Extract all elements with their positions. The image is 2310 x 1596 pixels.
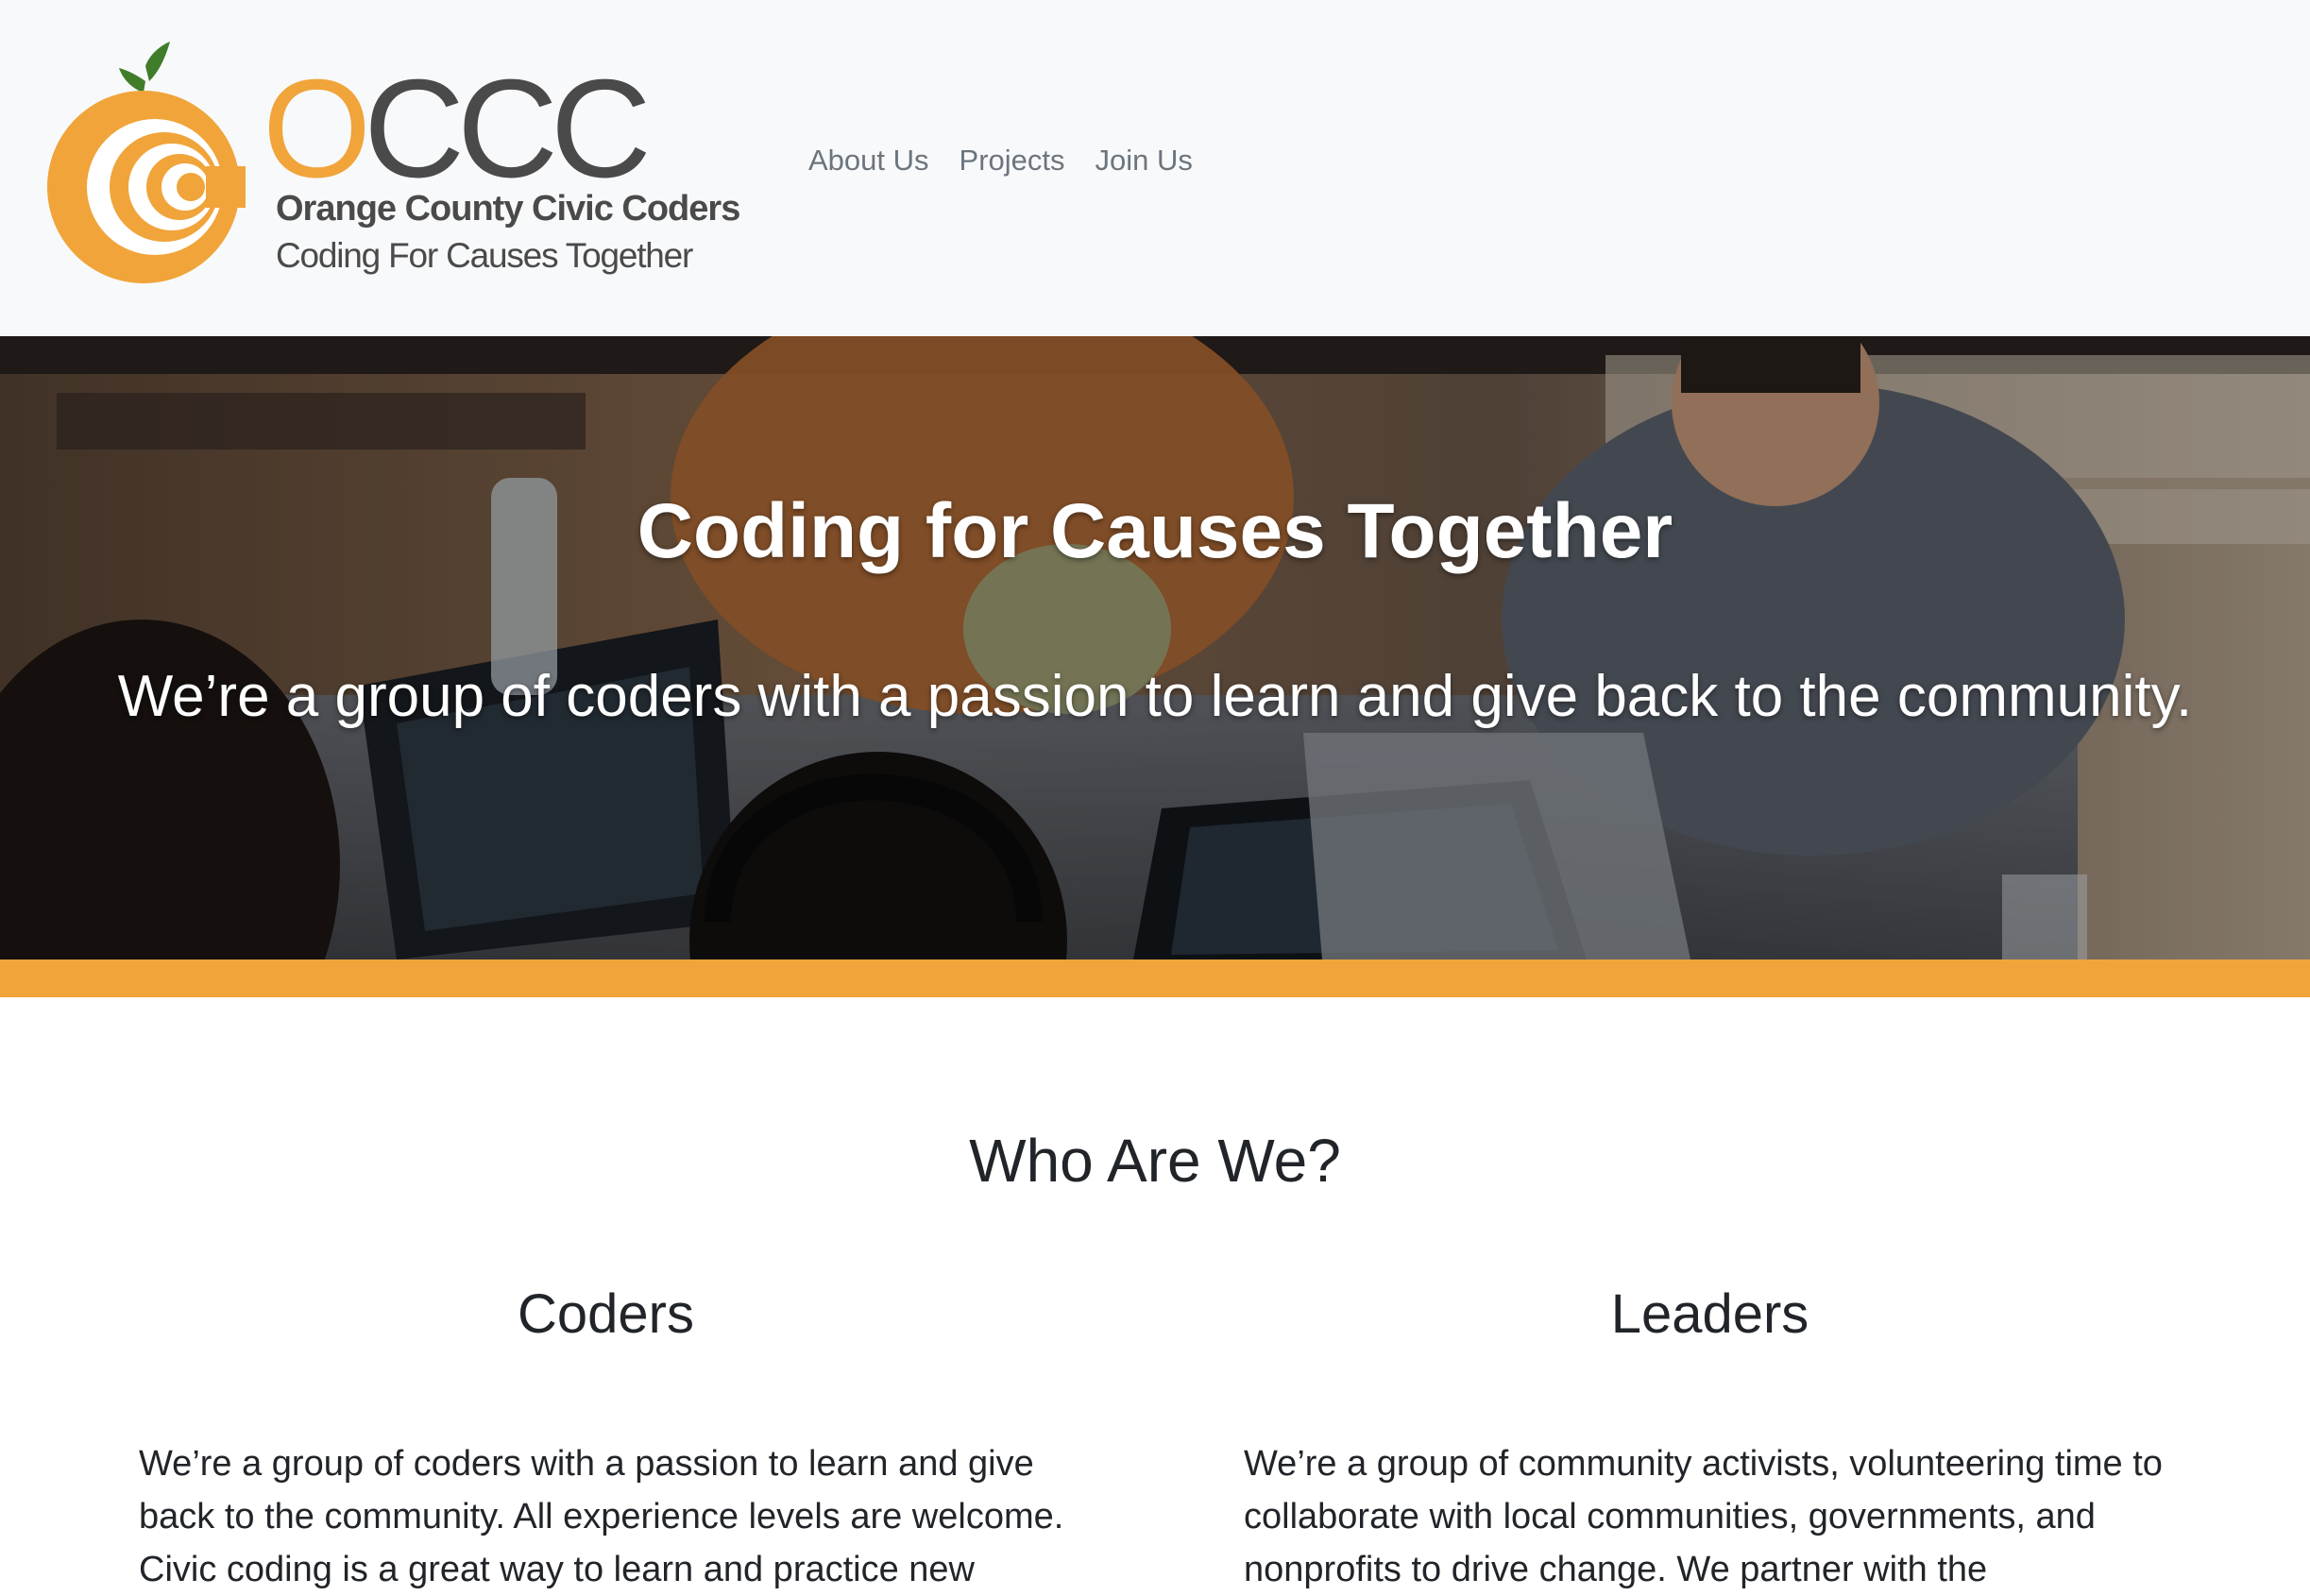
nav-link-about-us[interactable]: About Us bbox=[808, 144, 929, 178]
hero-title: Coding for Causes Together bbox=[637, 488, 1673, 574]
coders-description-line: back to the community. All experience le… bbox=[139, 1497, 1064, 1537]
main-nav: About Us Projects Join Us bbox=[808, 144, 1193, 178]
leaders-description-line: nonprofits to drive change. We partner w… bbox=[1244, 1550, 1988, 1589]
hero-background-photo bbox=[0, 336, 2310, 959]
nav-link-projects[interactable]: Projects bbox=[960, 144, 1065, 178]
leaders-description-line: We’re a group of community activists, vo… bbox=[1244, 1444, 2163, 1484]
section-title-who-are-we: Who Are We? bbox=[969, 1127, 1341, 1195]
leaders-description: We’re a group of community activists, vo… bbox=[1244, 1437, 2198, 1596]
logo-tagline: Coding For Causes Together bbox=[276, 236, 693, 275]
logo-abbreviation-o: O bbox=[263, 51, 371, 207]
logo-abbreviation-ccc: CCC bbox=[364, 51, 652, 207]
logo-abbreviation: OCCC bbox=[263, 59, 652, 200]
hero-subtitle: We’re a group of coders with a passion t… bbox=[117, 664, 2193, 729]
orange-swirl-logo-icon bbox=[47, 42, 246, 283]
column-title-leaders: Leaders bbox=[1610, 1283, 1809, 1345]
orange-accent-bar bbox=[0, 959, 2310, 997]
nav-link-join-us[interactable]: Join Us bbox=[1096, 144, 1193, 178]
logo-org-name: Orange County Civic Coders bbox=[276, 189, 740, 229]
leaders-description-line: collaborate with local communities, gove… bbox=[1244, 1497, 2096, 1537]
coders-description-line: We’re a group of coders with a passion t… bbox=[139, 1444, 1034, 1484]
site-header: OCCC Orange County Civic Coders Coding F… bbox=[0, 0, 2310, 336]
coders-description-line: Civic coding is a great way to learn and… bbox=[139, 1550, 976, 1589]
coders-description: We’re a group of coders with a passion t… bbox=[139, 1437, 1083, 1596]
column-title-coders: Coders bbox=[518, 1283, 694, 1345]
hero-banner: Coding for Causes Together We’re a group… bbox=[0, 336, 2310, 959]
